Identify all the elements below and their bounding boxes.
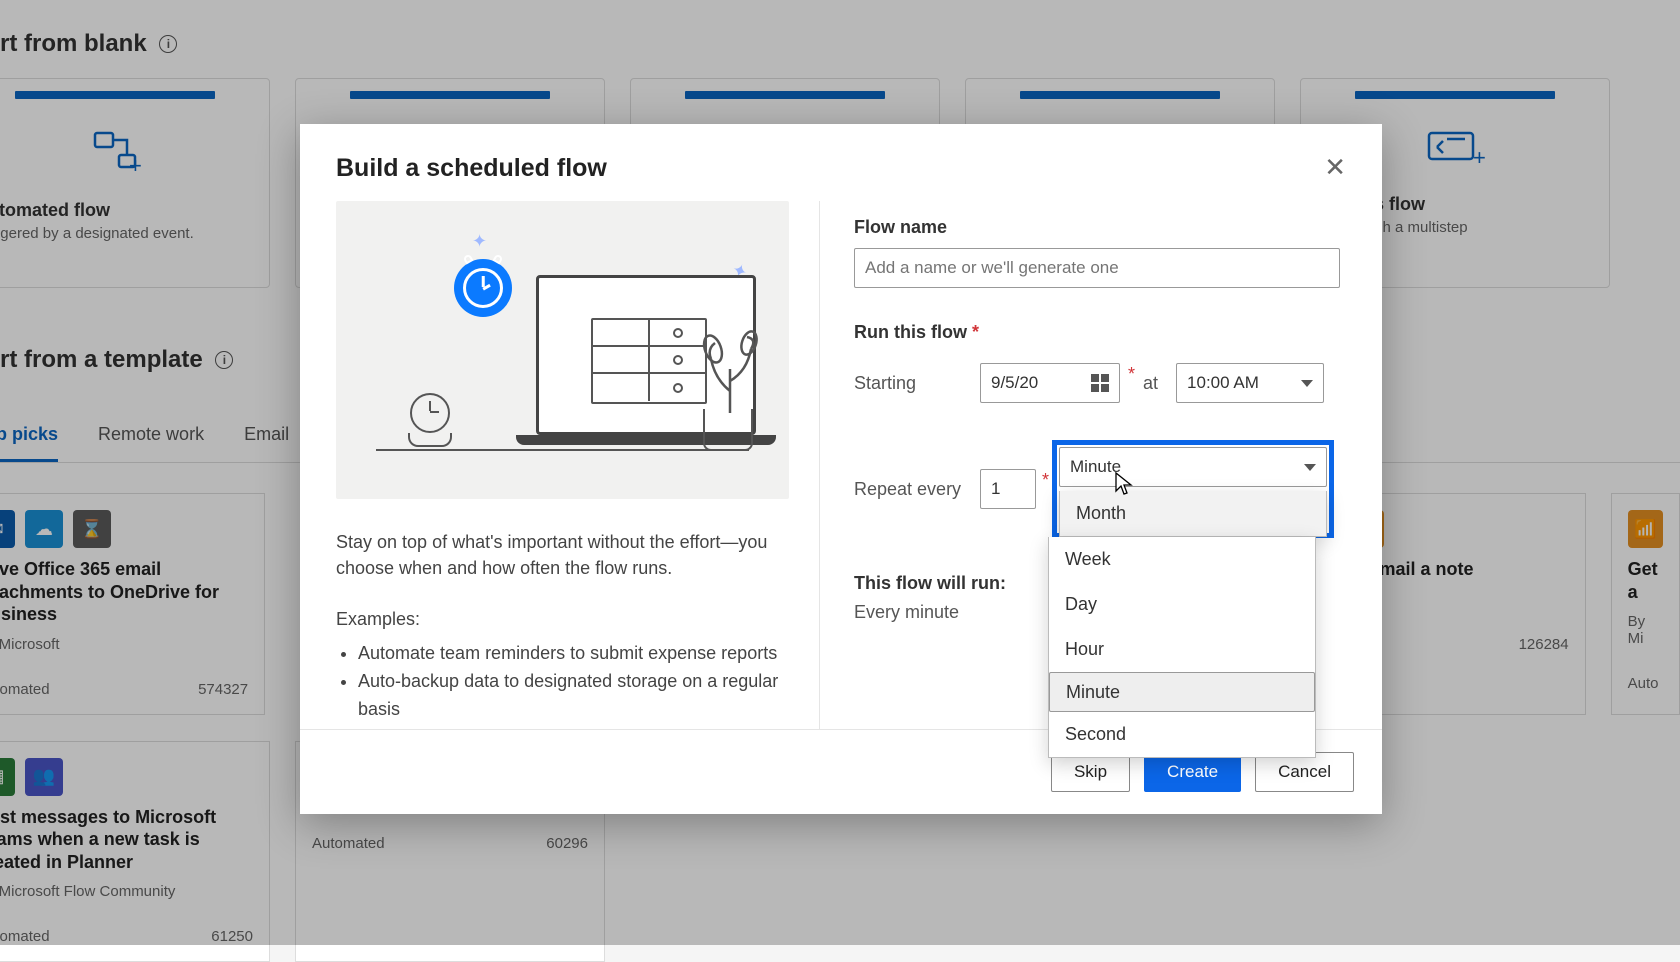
info-icon: i	[159, 35, 177, 53]
repeat-unit-value: Minute	[1070, 457, 1121, 477]
examples-heading: Examples:	[336, 609, 789, 630]
template-type: Automated	[0, 928, 50, 945]
template-type: Auto	[1628, 675, 1659, 692]
template-title: Post messages to Microsoft Teams when a …	[0, 806, 253, 874]
rss-icon: 📶	[1628, 510, 1663, 548]
cancel-button[interactable]: Cancel	[1255, 752, 1354, 792]
date-value: 9/5/20	[991, 373, 1038, 393]
illustration: ✦✦	[336, 201, 789, 499]
example-item: Automate team reminders to submit expens…	[358, 640, 789, 668]
template-type: Automated	[312, 835, 385, 852]
starting-time-select[interactable]: 10:00 AM	[1176, 363, 1324, 403]
close-icon[interactable]: ✕	[1324, 154, 1346, 180]
time-value: 10:00 AM	[1187, 373, 1259, 393]
teams-icon: 👥	[25, 758, 63, 796]
repeat-unit-dropdown: Week Day Hour Minute Second	[1048, 537, 1316, 758]
archive-icon: ⌛	[73, 510, 111, 548]
card-subtitle: Triggered by a designated event.	[0, 221, 208, 246]
outlook-icon: ✉	[0, 510, 15, 548]
template-author: By Microsoft	[0, 636, 248, 653]
chevron-down-icon	[1304, 464, 1316, 471]
unit-option-hour[interactable]: Hour	[1049, 627, 1315, 672]
template-author: By Mi	[1628, 613, 1663, 647]
chevron-down-icon	[1301, 380, 1313, 387]
template-title: Save Office 365 email attachments to One…	[0, 558, 248, 626]
unit-option-week[interactable]: Week	[1049, 537, 1315, 582]
plant-icon	[693, 331, 763, 451]
flow-name-input[interactable]	[854, 248, 1340, 288]
card-automated-flow[interactable]: + Automated flow Triggered by a designat…	[0, 78, 270, 288]
scheduled-flow-modal: Build a scheduled flow ✕ ✦✦	[300, 124, 1382, 814]
modal-right-panel: Flow name Run this flow Starting 9/5/20 …	[819, 201, 1372, 729]
unit-option-day[interactable]: Day	[1049, 582, 1315, 627]
repeat-interval-input[interactable]	[980, 469, 1036, 509]
template-title: Get a	[1628, 558, 1663, 603]
modal-lead-text: Stay on top of what's important without …	[336, 529, 789, 581]
template-usage-count: 60296	[546, 835, 588, 852]
card-title: Automated flow	[0, 200, 124, 221]
example-item: Auto-backup data to designated storage o…	[358, 668, 789, 724]
skip-button[interactable]: Skip	[1051, 752, 1130, 792]
at-label: at	[1143, 373, 1158, 394]
svg-text:+: +	[129, 153, 141, 173]
starting-label: Starting	[854, 373, 962, 394]
repeat-every-label: Repeat every	[854, 479, 962, 500]
repeat-unit-select[interactable]: Minute	[1059, 447, 1327, 487]
required-asterisk: *	[1128, 364, 1135, 385]
process-flow-icon: +	[1425, 127, 1485, 172]
flow-will-run-label: This flow will run:	[854, 573, 1006, 593]
template-usage-count: 574327	[198, 681, 248, 698]
svg-text:+: +	[1473, 145, 1485, 167]
template-usage-count: 61250	[211, 928, 253, 945]
alarm-clock-icon	[454, 259, 512, 317]
template-author: By Microsoft Flow Community	[0, 883, 253, 900]
unit-option-minute[interactable]: Minute	[1049, 672, 1315, 712]
tab-email[interactable]: Email	[244, 424, 289, 462]
tab-top-picks[interactable]: p picks	[0, 424, 58, 462]
desk-clock-icon	[406, 393, 454, 451]
examples-list: Automate team reminders to submit expens…	[358, 640, 789, 724]
calendar-icon	[1091, 374, 1109, 392]
flow-name-label: Flow name	[854, 217, 1340, 238]
info-icon: i	[215, 351, 233, 369]
starting-date-input[interactable]: 9/5/20	[980, 363, 1120, 403]
template-type: Automated	[0, 681, 50, 698]
create-button[interactable]: Create	[1144, 752, 1241, 792]
section-start-template: rt from a template	[0, 346, 203, 373]
modal-left-panel: ✦✦ Stay	[336, 201, 819, 729]
planner-icon: ▦	[0, 758, 15, 796]
section-start-blank: rt from blank	[0, 30, 147, 57]
template-usage-count: 126284	[1519, 636, 1569, 653]
run-this-flow-label: Run this flow	[854, 322, 1340, 343]
template-card-partial[interactable]: 📶 Get a By Mi Auto	[1611, 493, 1680, 715]
unit-option-second[interactable]: Second	[1049, 712, 1315, 757]
onedrive-icon: ☁	[25, 510, 63, 548]
unit-option-month[interactable]: Month	[1060, 491, 1326, 536]
template-card[interactable]: ✉ ☁ ⌛ Save Office 365 email attachments …	[0, 493, 265, 715]
automated-flow-icon: +	[89, 127, 141, 178]
modal-title: Build a scheduled flow	[336, 154, 607, 183]
required-asterisk: *	[1042, 470, 1049, 491]
template-card[interactable]: ▦ 👥 Post messages to Microsoft Teams whe…	[0, 741, 270, 962]
tab-remote-work[interactable]: Remote work	[98, 424, 204, 462]
